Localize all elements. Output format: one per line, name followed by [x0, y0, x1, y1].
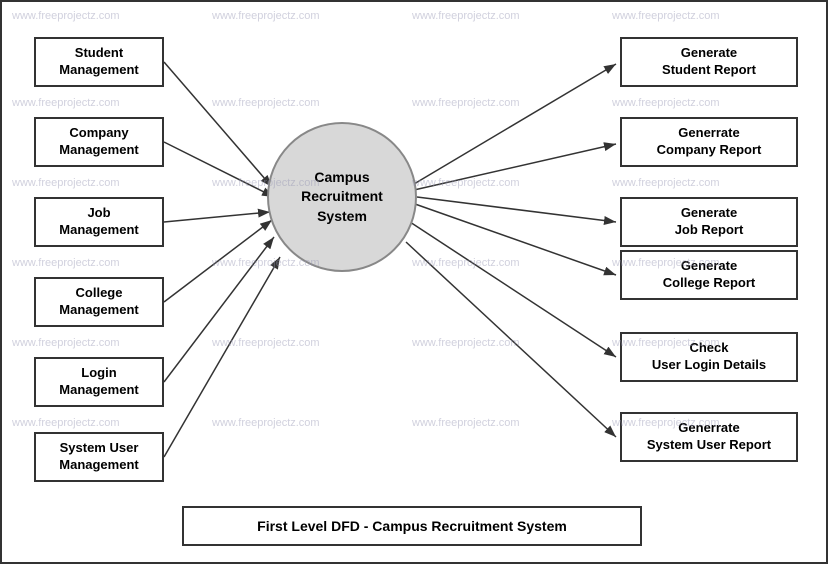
gen-sysuser-report-box: Generrate System User Report: [620, 412, 798, 462]
center-circle: Campus Recruitment System: [267, 122, 417, 272]
center-circle-label: Campus Recruitment System: [301, 168, 383, 227]
check-login-box: Check User Login Details: [620, 332, 798, 382]
gen-college-report-box: Generate College Report: [620, 250, 798, 300]
watermark: www.freeprojectz.com: [212, 10, 320, 22]
gen-sysuser-report-label: Generrate System User Report: [647, 420, 771, 454]
sysuser-management-box: System User Management: [34, 432, 164, 482]
sysuser-management-label: System User Management: [59, 440, 138, 474]
check-login-label: Check User Login Details: [652, 340, 766, 374]
watermark: www.freeprojectz.com: [12, 10, 120, 22]
bottom-label: First Level DFD - Campus Recruitment Sys…: [182, 506, 642, 546]
login-management-label: Login Management: [59, 365, 138, 399]
login-management-box: Login Management: [34, 357, 164, 407]
main-container: www.freeprojectz.com www.freeprojectz.co…: [0, 0, 828, 564]
watermark: www.freeprojectz.com: [412, 257, 520, 269]
watermark: www.freeprojectz.com: [612, 10, 720, 22]
watermark: www.freeprojectz.com: [412, 177, 520, 189]
student-management-box: Student Management: [34, 37, 164, 87]
gen-job-report-label: Generate Job Report: [675, 205, 744, 239]
watermark: www.freeprojectz.com: [412, 10, 520, 22]
gen-student-report-label: Generate Student Report: [662, 45, 756, 79]
bottom-label-text: First Level DFD - Campus Recruitment Sys…: [257, 518, 567, 534]
company-management-box: Company Management: [34, 117, 164, 167]
watermark: www.freeprojectz.com: [212, 97, 320, 109]
watermark: www.freeprojectz.com: [12, 97, 120, 109]
gen-job-report-box: Generate Job Report: [620, 197, 798, 247]
watermark: www.freeprojectz.com: [12, 177, 120, 189]
job-management-box: Job Management: [34, 197, 164, 247]
gen-company-report-label: Generrate Company Report: [657, 125, 762, 159]
gen-college-report-label: Generate College Report: [663, 258, 755, 292]
job-management-label: Job Management: [59, 205, 138, 239]
watermark: www.freeprojectz.com: [212, 417, 320, 429]
watermark: www.freeprojectz.com: [412, 337, 520, 349]
college-management-label: College Management: [59, 285, 138, 319]
gen-company-report-box: Generrate Company Report: [620, 117, 798, 167]
watermark: www.freeprojectz.com: [412, 97, 520, 109]
watermark: www.freeprojectz.com: [612, 177, 720, 189]
watermark: www.freeprojectz.com: [612, 97, 720, 109]
watermark: www.freeprojectz.com: [12, 337, 120, 349]
watermark: www.freeprojectz.com: [12, 257, 120, 269]
watermark: www.freeprojectz.com: [12, 417, 120, 429]
watermark: www.freeprojectz.com: [212, 337, 320, 349]
watermark: www.freeprojectz.com: [412, 417, 520, 429]
student-management-label: Student Management: [59, 45, 138, 79]
gen-student-report-box: Generate Student Report: [620, 37, 798, 87]
company-management-label: Company Management: [59, 125, 138, 159]
college-management-box: College Management: [34, 277, 164, 327]
